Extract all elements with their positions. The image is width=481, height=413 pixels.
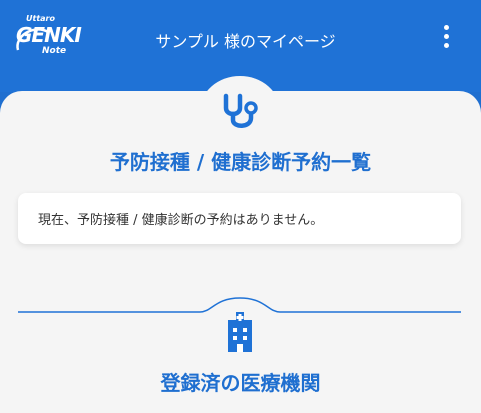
page-title: サンプル 様のマイページ [155, 32, 336, 51]
no-reservation-message: 現在、予防接種 / 健康診断の予約はありません。 [38, 213, 324, 228]
hospital-icon [228, 312, 252, 352]
no-reservation-card: 現在、予防接種 / 健康診断の予約はありません。 [18, 193, 461, 244]
main-panel [0, 91, 481, 413]
vertical-dots-icon [443, 24, 449, 30]
menu-button[interactable] [432, 22, 460, 50]
stethoscope-icon [223, 93, 258, 128]
vaccination-section-title: 予防接種 / 健康診断予約一覧 [109, 150, 372, 174]
logo-top-text: Uttaro [26, 14, 55, 23]
registered-hospitals-title: 登録済の医療機関 [160, 371, 321, 395]
